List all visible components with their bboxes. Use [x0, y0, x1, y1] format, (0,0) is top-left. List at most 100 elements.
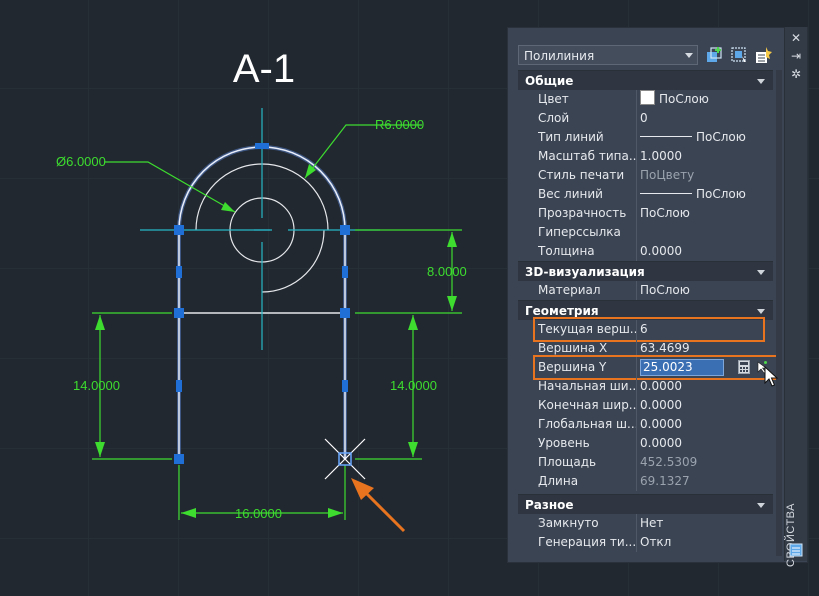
prop-row-transparency[interactable]: Прозрачность ПоСлою	[518, 204, 773, 223]
prop-label: Материал	[538, 281, 637, 300]
prop-value[interactable]: 0.0000	[640, 434, 773, 453]
section-misc-title: Разное	[525, 498, 574, 512]
diameter-dimension-text: Ø6.0000	[56, 154, 106, 169]
prop-value-text: ПоСлою	[696, 187, 746, 201]
prop-label: Начальная ши...	[538, 377, 637, 396]
mouse-pointer-icon	[764, 366, 779, 387]
prop-label: Вершина X	[538, 339, 637, 358]
prop-label: Тип линий	[538, 128, 637, 147]
vertical-dimension-left: 14.0000	[73, 378, 120, 393]
prop-value[interactable]	[640, 223, 773, 242]
prop-row-end-width[interactable]: Конечная шир... 0.0000	[518, 396, 773, 415]
prop-row-vertex-x[interactable]: Вершина X 63.4699	[518, 339, 773, 358]
properties-list: Общие Цвет ПоСлою Слой 0 Тип линий ПоСло…	[518, 70, 778, 552]
prop-label: Гиперссылка	[538, 223, 637, 242]
prop-value[interactable]: ПоСлою	[640, 185, 773, 204]
palette-title-strip: ✕ ⇥ ✲ СВОЙСТВА	[784, 27, 807, 567]
prop-label: Вершина Y	[538, 358, 637, 377]
collapse-icon	[757, 503, 765, 508]
prop-row-layer[interactable]: Слой 0	[518, 109, 773, 128]
prop-value[interactable]: ПоСлою	[640, 281, 773, 300]
prop-value[interactable]: Откл	[640, 533, 773, 552]
prop-value[interactable]: 0	[640, 109, 773, 128]
prop-value: 69.1327	[640, 474, 690, 488]
color-swatch	[640, 90, 655, 105]
prop-value: 452.5309	[640, 455, 698, 469]
properties-palette: Полилиния Общие Цвет ПоСлою Слой 0 Тип л…	[507, 27, 808, 563]
prop-row-current-vertex[interactable]: Текущая верш... 6	[518, 317, 773, 342]
prop-row-area: Площадь 452.5309	[518, 453, 773, 472]
prop-label: Конечная шир...	[538, 396, 637, 415]
prop-value[interactable]: 6	[640, 320, 773, 339]
collapse-icon	[757, 309, 765, 314]
prop-label: Текущая верш...	[538, 320, 637, 339]
properties-settings-icon[interactable]: ✲	[789, 67, 803, 81]
prop-value[interactable]: ПоСлою	[640, 90, 773, 109]
section-misc[interactable]: Разное	[518, 494, 773, 514]
prop-label: Площадь	[538, 453, 637, 472]
palette-scrollbar[interactable]	[776, 70, 782, 556]
prop-value[interactable]: 0.0000	[640, 396, 773, 415]
select-objects-icon[interactable]	[730, 46, 748, 64]
prop-label: Вес линий	[538, 185, 637, 204]
prop-label: Стиль печати	[538, 166, 637, 185]
quick-select-icon[interactable]	[754, 46, 772, 64]
close-icon[interactable]: ✕	[789, 31, 803, 45]
prop-value[interactable]: Нет	[640, 514, 773, 533]
prop-row-global-width[interactable]: Глобальная ш... 0.0000	[518, 415, 773, 434]
prop-row-ltscale[interactable]: Масштаб типа... 1.0000	[518, 147, 773, 166]
properties-icon[interactable]	[789, 543, 803, 557]
vertex-y-input[interactable]: 25.0023	[640, 359, 724, 376]
prop-label: Замкнуто	[538, 514, 637, 533]
prop-row-length: Длина 69.1327	[518, 472, 773, 491]
prop-row-vertex-y[interactable]: Вершина Y 25.0023	[518, 355, 778, 380]
prop-row-closed[interactable]: Замкнуто Нет	[518, 514, 773, 533]
prop-value[interactable]: ПоСлою	[640, 128, 773, 147]
linetype-sample	[640, 136, 692, 137]
object-type-dropdown[interactable]: Полилиния	[518, 45, 698, 65]
prop-label: Глобальная ш...	[538, 415, 637, 434]
vertical-dimension-right-top: 8.0000	[427, 264, 467, 279]
calculator-icon[interactable]	[738, 360, 750, 374]
prop-label: Масштаб типа...	[538, 147, 637, 166]
prop-value[interactable]: 0.0000	[640, 415, 773, 434]
prop-row-elevation[interactable]: Уровень 0.0000	[518, 434, 773, 453]
prop-label: Уровень	[538, 434, 637, 453]
prop-row-hyperlink[interactable]: Гиперссылка	[518, 223, 773, 242]
section-geometry[interactable]: Геометрия	[518, 300, 773, 320]
prop-value[interactable]: 63.4699	[640, 339, 773, 358]
toggle-pickadd-icon[interactable]	[706, 46, 724, 64]
prop-value[interactable]: 1.0000	[640, 147, 773, 166]
section-3d-visualization[interactable]: 3D-визуализация	[518, 261, 773, 281]
prop-value-text: ПоСлою	[696, 130, 746, 144]
prop-row-lineweight[interactable]: Вес линий ПоСлою	[518, 185, 773, 204]
section-general-title: Общие	[525, 74, 574, 88]
prop-value[interactable]: ПоЦвету	[640, 166, 773, 185]
horizontal-dimension-bottom: 16.0000	[235, 506, 282, 521]
prop-row-start-width[interactable]: Начальная ши... 0.0000	[518, 377, 773, 396]
prop-value[interactable]: 0.0000	[640, 242, 773, 261]
prop-label: Цвет	[538, 90, 637, 109]
prop-label: Прозрачность	[538, 204, 637, 223]
chevron-down-icon	[685, 53, 693, 58]
prop-row-linetype[interactable]: Тип линий ПоСлою	[518, 128, 773, 147]
auto-hide-icon[interactable]: ⇥	[789, 49, 803, 63]
section-geometry-title: Геометрия	[525, 304, 599, 318]
object-type-label: Полилиния	[524, 49, 595, 63]
prop-row-color[interactable]: Цвет ПоСлою	[518, 90, 773, 109]
section-general[interactable]: Общие	[518, 70, 773, 90]
collapse-icon	[757, 79, 765, 84]
prop-label: Слой	[538, 109, 637, 128]
collapse-icon	[757, 270, 765, 275]
prop-row-material[interactable]: Материал ПоСлою	[518, 281, 773, 300]
vertical-dimension-right: 14.0000	[390, 378, 437, 393]
prop-row-linetype-generation[interactable]: Генерация ти... Откл	[518, 533, 773, 552]
prop-row-plotstyle[interactable]: Стиль печати ПоЦвету	[518, 166, 773, 185]
drawing-title: А-1	[233, 47, 295, 91]
prop-label: Толщина	[538, 242, 637, 261]
prop-row-thickness[interactable]: Толщина 0.0000	[518, 242, 773, 261]
prop-label: Длина	[538, 472, 637, 491]
prop-value[interactable]: ПоСлою	[640, 204, 773, 223]
prop-value[interactable]: 0.0000	[640, 377, 773, 396]
prop-label: Генерация ти...	[538, 533, 637, 552]
